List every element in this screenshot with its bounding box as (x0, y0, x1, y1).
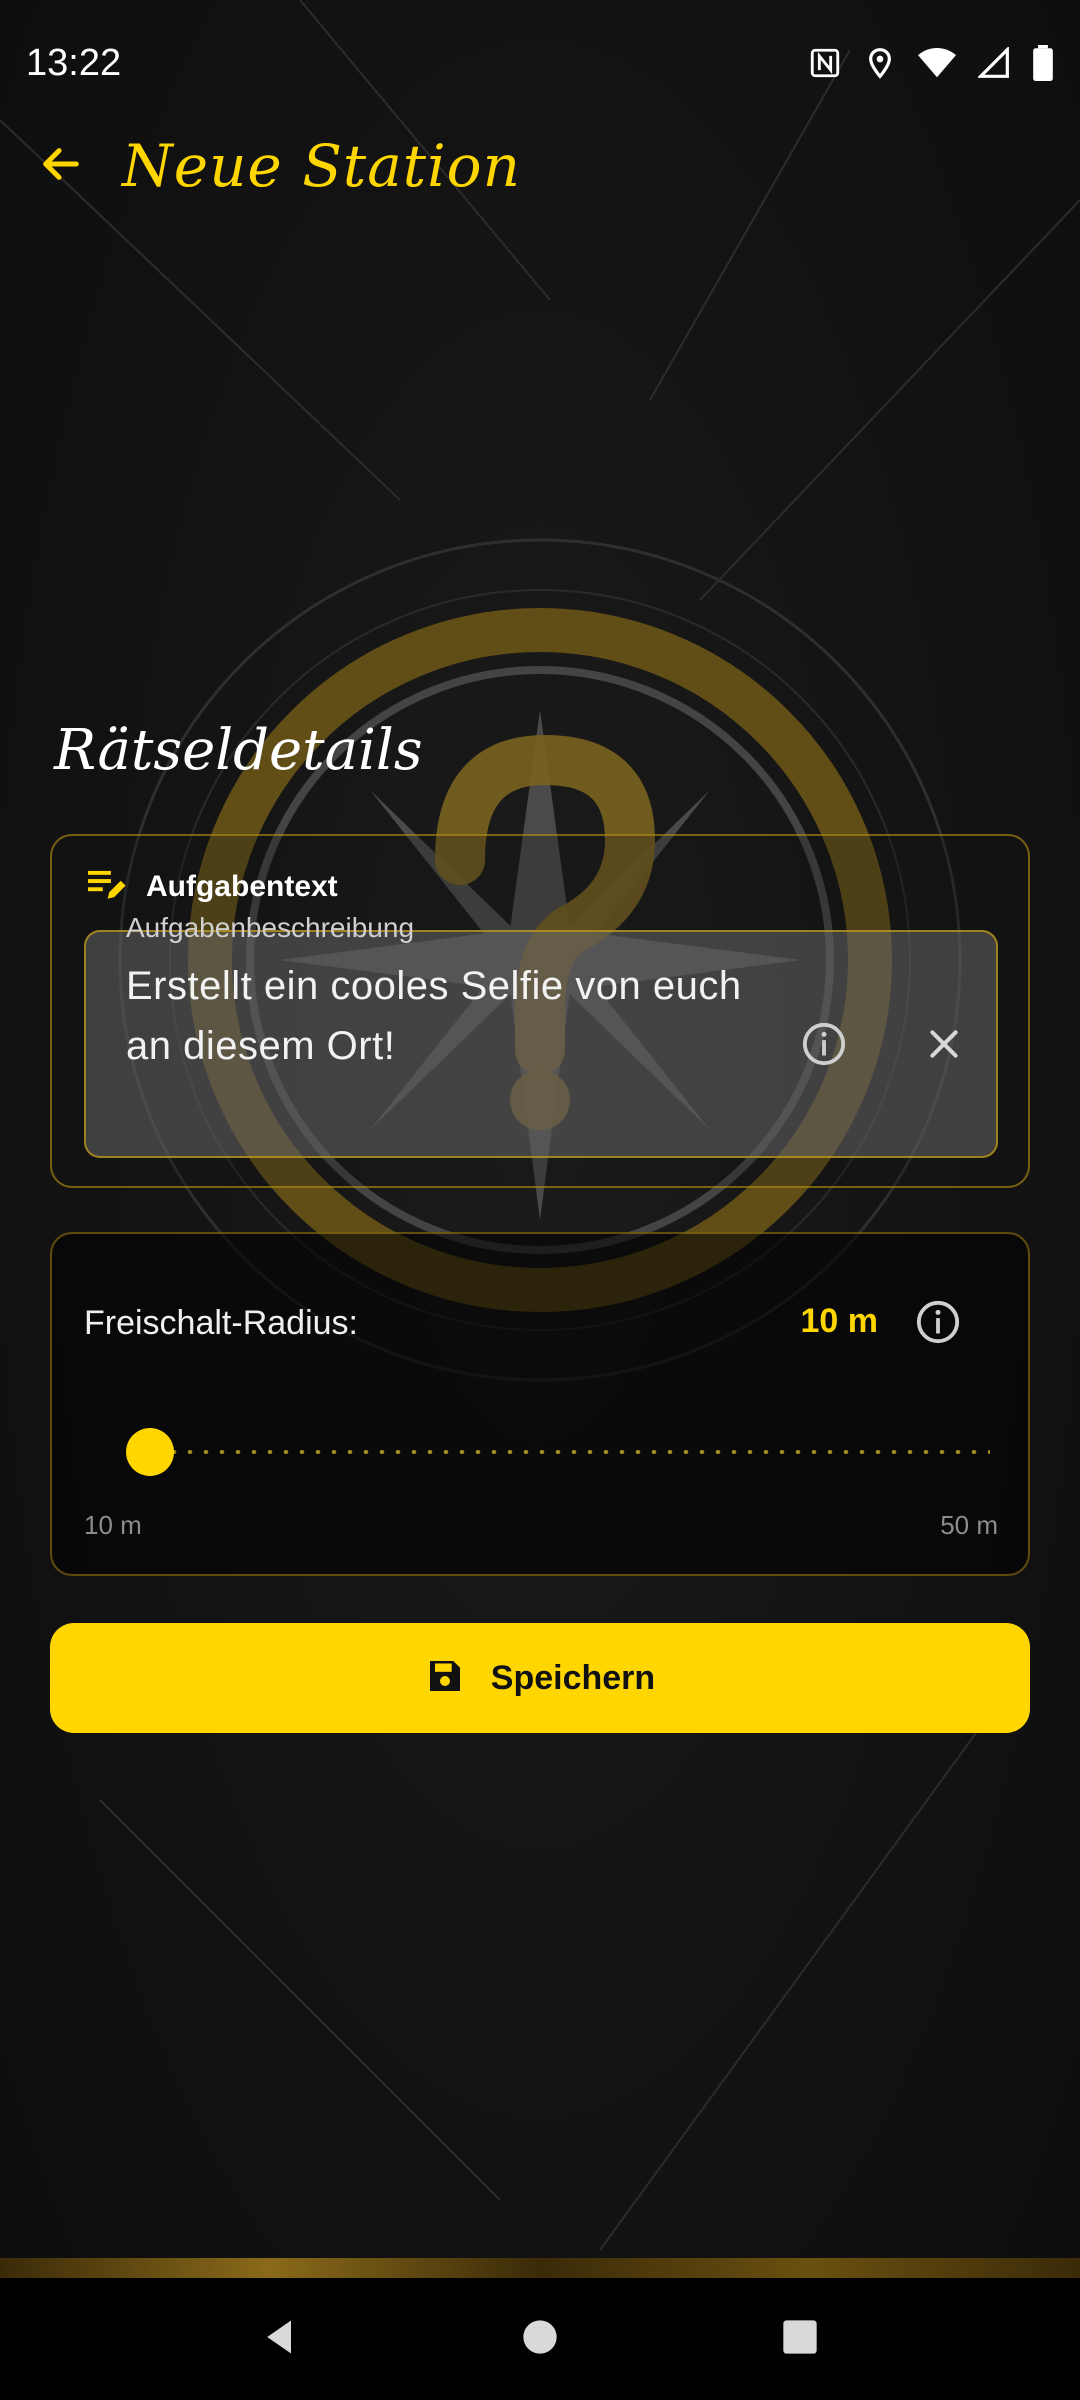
info-icon (915, 1299, 961, 1350)
app-bar: Neue Station (0, 126, 1080, 206)
radius-info-button[interactable] (912, 1298, 964, 1350)
range-max-label: 50 m (940, 1510, 998, 1540)
back-button[interactable] (26, 131, 96, 201)
info-icon (801, 1021, 847, 1072)
save-icon (425, 1656, 465, 1701)
nav-home-button[interactable] (500, 2299, 580, 2379)
background-pattern (0, 0, 1080, 2400)
nav-recents-button[interactable] (760, 2299, 840, 2379)
page-title: Neue Station (122, 132, 521, 200)
battery-icon (1032, 45, 1054, 81)
nfc-icon (808, 46, 842, 80)
status-bar: 13:22 (0, 0, 1080, 126)
location-icon (864, 46, 896, 80)
arrow-back-icon (38, 141, 84, 192)
nav-home-icon (520, 2317, 560, 2362)
slider-track (150, 1450, 990, 1454)
nav-back-button[interactable] (240, 2299, 320, 2379)
clear-button[interactable] (918, 1020, 970, 1072)
navigation-bar (0, 2278, 1080, 2400)
compass-illustration (0, 0, 1080, 2251)
radius-value: 10 m (800, 1302, 879, 1340)
radius-label: Freischalt-Radius: (84, 1304, 358, 1342)
close-icon (924, 1024, 964, 1069)
task-info-button[interactable] (798, 1020, 850, 1072)
save-button[interactable]: Speichern (50, 1623, 1030, 1733)
status-time: 13:22 (26, 41, 122, 84)
decorative-strip (0, 2258, 1080, 2278)
save-button-label: Speichern (490, 1658, 656, 1697)
task-description-field[interactable]: Aufgabenbeschreibung Erstellt ein cooles… (84, 912, 998, 1158)
task-header: Aufgabentext (86, 866, 338, 907)
nav-recents-icon (780, 2317, 820, 2362)
radius-slider[interactable] (126, 1428, 990, 1476)
field-label: Aufgabenbeschreibung (126, 912, 415, 943)
radius-card: Freischalt-Radius: 10 m 10 m 50 m (50, 1232, 1030, 1576)
task-description-input[interactable]: Erstellt ein cooles Selfie von euch an d… (126, 956, 766, 1076)
section-title: Rätseldetails (54, 718, 423, 783)
task-header-label: Aufgabentext (146, 869, 338, 903)
slider-thumb[interactable] (126, 1428, 174, 1476)
range-min-label: 10 m (84, 1510, 142, 1540)
task-card: Aufgabentext Aufgabenbeschreibung Erstel… (50, 834, 1030, 1188)
status-icons (808, 45, 1054, 81)
wifi-icon (918, 47, 956, 79)
edit-note-icon (86, 866, 126, 907)
signal-icon (978, 47, 1010, 79)
nav-back-icon (258, 2315, 302, 2364)
